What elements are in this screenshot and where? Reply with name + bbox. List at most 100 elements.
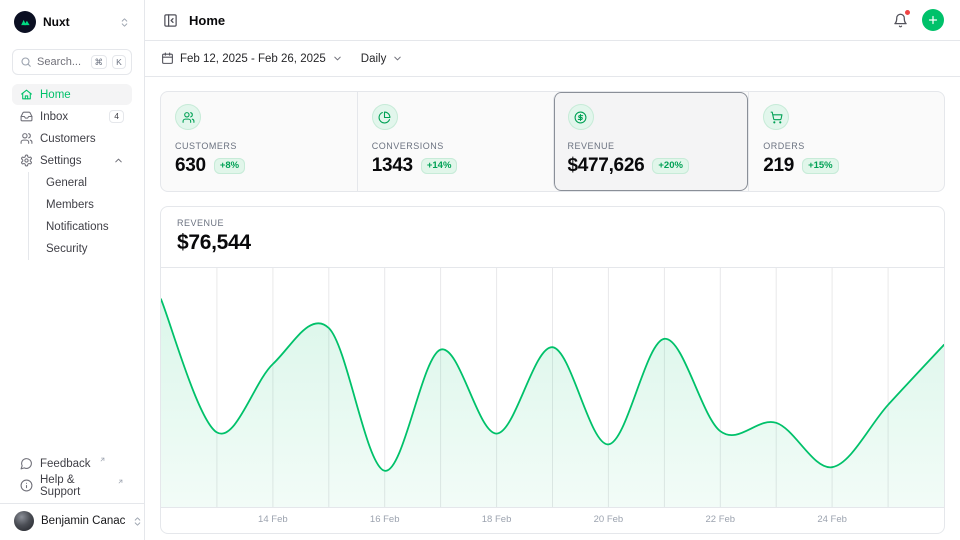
x-axis-tick: 18 Feb — [482, 514, 512, 525]
home-icon — [20, 88, 33, 101]
stat-value: 630 — [175, 155, 206, 177]
stat-delta-badge: +8% — [214, 158, 245, 174]
search-placeholder: Search... — [37, 56, 86, 68]
chevron-up-icon — [113, 155, 124, 166]
chevron-down-icon — [332, 53, 343, 64]
sidebar-item-label: Inbox — [40, 111, 68, 123]
inbox-icon — [20, 110, 33, 123]
filter-toolbar: Feb 12, 2025 - Feb 26, 2025 Daily — [145, 41, 960, 77]
subitem-label: Members — [46, 199, 94, 211]
sidebar-item-label: Help & Support — [40, 474, 109, 498]
sidebar-item-inbox[interactable]: Inbox 4 — [12, 106, 132, 127]
sidebar-spacer — [12, 260, 132, 453]
shopping-cart-icon — [763, 104, 789, 130]
stat-card-customers[interactable]: CUSTOMERS 630 +8% — [161, 92, 357, 191]
kbd-meta: ⌘ — [91, 55, 108, 69]
date-range-value: Feb 12, 2025 - Feb 26, 2025 — [180, 53, 326, 65]
granularity-value: Daily — [361, 53, 387, 65]
sidebar-item-settings[interactable]: Settings — [12, 150, 132, 171]
stat-card-conversions[interactable]: CONVERSIONS 1343 +14% — [357, 92, 553, 191]
sidebar-subitem-security[interactable]: Security — [42, 238, 132, 260]
external-link-icon — [99, 456, 106, 463]
revenue-area-chart — [161, 268, 944, 508]
stat-value: $477,626 — [568, 155, 645, 177]
chevron-down-icon — [392, 53, 403, 64]
stat-label: CONVERSIONS — [372, 141, 539, 151]
chart-value: $76,544 — [177, 231, 928, 255]
sidebar-nav: Home Inbox 4 Customers Settings — [12, 84, 132, 260]
info-circle-icon — [20, 479, 33, 492]
chart-header: REVENUE $76,544 — [161, 207, 944, 268]
page-content: CUSTOMERS 630 +8% CONVERSIONS 1343 +14% — [145, 77, 960, 540]
plus-icon — [927, 14, 939, 26]
chart-plot-area[interactable] — [161, 268, 944, 508]
pie-chart-icon — [372, 104, 398, 130]
chart-label: REVENUE — [177, 218, 928, 228]
sidebar-item-feedback[interactable]: Feedback — [12, 453, 132, 474]
chevrons-up-down-icon — [119, 17, 130, 28]
x-axis-tick: 22 Feb — [705, 514, 735, 525]
stat-delta-badge: +14% — [421, 158, 458, 174]
user-menu[interactable]: Benjamin Canac — [0, 503, 144, 540]
subitem-label: Security — [46, 243, 88, 255]
avatar — [14, 511, 34, 531]
notifications-button[interactable] — [891, 11, 910, 30]
sidebar-item-label: Customers — [40, 133, 96, 145]
sidebar-item-label: Settings — [40, 155, 82, 167]
granularity-select[interactable]: Daily — [361, 53, 404, 65]
collapse-sidebar-button[interactable] — [161, 11, 180, 30]
sidebar-footer: Feedback Help & Support — [12, 453, 132, 503]
sidebar-subitem-members[interactable]: Members — [42, 194, 132, 216]
sidebar-item-customers[interactable]: Customers — [12, 128, 132, 149]
stat-card-orders[interactable]: ORDERS 219 +15% — [748, 92, 944, 191]
sidebar-item-help-support[interactable]: Help & Support — [12, 475, 132, 496]
users-icon — [20, 132, 33, 145]
subitem-label: General — [46, 177, 87, 189]
revenue-chart-card: REVENUE $76,544 — [160, 206, 945, 534]
chevrons-up-down-icon — [132, 516, 143, 527]
chart-x-axis: 14 Feb 16 Feb 18 Feb 20 Feb 22 Feb 24 Feb — [161, 508, 944, 532]
sidebar-item-label: Feedback — [40, 458, 91, 470]
subitem-label: Notifications — [46, 221, 109, 233]
dashboard-app: Nuxt Search... ⌘ K Home — [0, 0, 960, 540]
sidebar-subitem-general[interactable]: General — [42, 172, 132, 194]
page-title: Home — [189, 13, 225, 28]
stats-row: CUSTOMERS 630 +8% CONVERSIONS 1343 +14% — [160, 91, 945, 192]
main-panel: Home Feb 12, 2025 - Feb 26, 2025 — [145, 0, 960, 540]
workspace-switcher[interactable]: Nuxt — [12, 10, 132, 34]
x-axis-tick: 14 Feb — [258, 514, 288, 525]
x-axis-tick: 20 Feb — [594, 514, 624, 525]
panel-left-close-icon — [163, 13, 178, 28]
x-axis-tick: 16 Feb — [370, 514, 400, 525]
kbd-k: K — [112, 55, 126, 69]
stat-value: 219 — [763, 155, 794, 177]
stat-card-revenue[interactable]: REVENUE $477,626 +20% — [553, 92, 749, 191]
settings-subnav: General Members Notifications Security — [28, 172, 132, 260]
workspace-name: Nuxt — [43, 15, 112, 29]
dollar-circle-icon — [568, 104, 594, 130]
stat-label: REVENUE — [568, 141, 735, 151]
gear-icon — [20, 154, 33, 167]
stat-label: CUSTOMERS — [175, 141, 343, 151]
inbox-count-badge: 4 — [109, 110, 124, 123]
sidebar-item-label: Home — [40, 89, 71, 101]
message-bubble-icon — [20, 457, 33, 470]
users-icon — [175, 104, 201, 130]
date-range-picker[interactable]: Feb 12, 2025 - Feb 26, 2025 — [161, 52, 343, 65]
calendar-icon — [161, 52, 174, 65]
stat-delta-badge: +20% — [652, 158, 689, 174]
header-actions — [891, 9, 944, 31]
add-button[interactable] — [922, 9, 944, 31]
sidebar-item-home[interactable]: Home — [12, 84, 132, 105]
search-input[interactable]: Search... ⌘ K — [12, 49, 132, 75]
page-header: Home — [145, 0, 960, 41]
x-axis-tick: 24 Feb — [817, 514, 847, 525]
stat-delta-badge: +15% — [802, 158, 839, 174]
user-name: Benjamin Canac — [41, 515, 125, 527]
notification-dot — [904, 9, 911, 16]
external-link-icon — [117, 478, 124, 485]
sidebar: Nuxt Search... ⌘ K Home — [0, 0, 145, 540]
nuxt-logo — [14, 11, 36, 33]
sidebar-subitem-notifications[interactable]: Notifications — [42, 216, 132, 238]
stat-value: 1343 — [372, 155, 413, 177]
